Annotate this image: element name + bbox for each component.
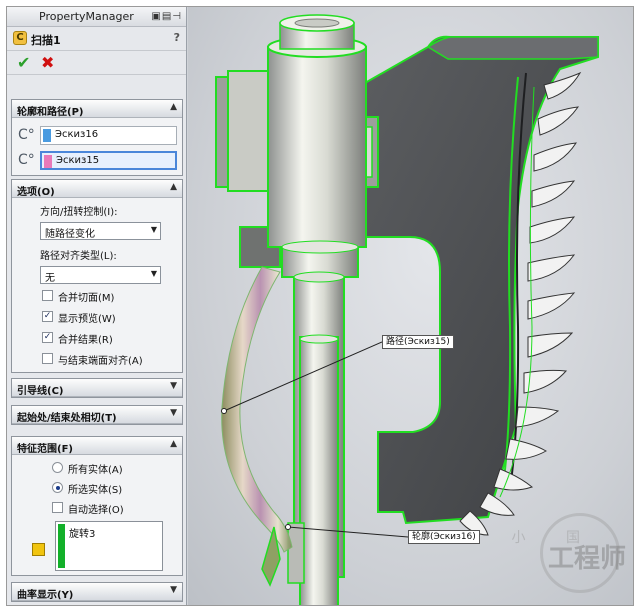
- profile-icon: C°: [18, 127, 35, 143]
- merge-result-checkbox[interactable]: ✓: [42, 332, 53, 343]
- orientation-label: 方向/扭转控制(I):: [40, 207, 118, 218]
- section-label: 引导线(C): [17, 386, 64, 397]
- property-manager: PropertyManager ▣▤⊣ C 扫描1 ? ✔ ✖ 轮廓和路径(P)…: [7, 7, 187, 605]
- profile-path-header[interactable]: 轮廓和路径(P) ▲: [12, 100, 182, 118]
- align-end-faces-label: 与结束端面对齐(A): [58, 356, 143, 367]
- selected-bodies-list[interactable]: 旋转3: [55, 521, 163, 571]
- panel-pin-icon[interactable]: ▣▤⊣: [151, 11, 182, 22]
- help-icon[interactable]: ?: [174, 31, 180, 44]
- guide-curves-section[interactable]: 引导线(C) ▼: [11, 378, 183, 398]
- solid-body-icon: [32, 543, 45, 556]
- show-preview-label: 显示预览(W): [58, 314, 116, 325]
- feature-scope-section: 特征范围(F) ▲ 所有实体(A) 所选实体(S) 自动选择(O) 旋转3: [11, 436, 183, 576]
- merge-result-label: 合并结果(R): [58, 335, 113, 346]
- path-callout[interactable]: 路径(Эскиз15): [382, 335, 454, 349]
- path-callout-anchor: [221, 408, 227, 414]
- property-manager-tab[interactable]: PropertyManager ▣▤⊣: [7, 7, 186, 27]
- all-bodies-radio[interactable]: [52, 462, 63, 473]
- path-value: Эскиз15: [56, 155, 100, 166]
- collapse-chevron-icon[interactable]: ▲: [170, 102, 177, 112]
- options-header[interactable]: 选项(O) ▲: [12, 180, 182, 198]
- selection-color-bar: [58, 524, 65, 568]
- selected-bodies-radio[interactable]: [52, 482, 63, 493]
- path-alignment-value: 无: [45, 273, 55, 284]
- feature-scope-header[interactable]: 特征范围(F) ▲: [12, 437, 182, 455]
- cancel-x-icon[interactable]: ✖: [41, 53, 54, 72]
- dropdown-arrow-icon: ▼: [150, 225, 157, 234]
- profile-value: Эскиз16: [55, 129, 99, 140]
- tangency-section[interactable]: 起始处/结束处相切(T) ▼: [11, 405, 183, 425]
- orientation-value: 随路径变化: [45, 229, 95, 240]
- dropdown-arrow-icon: ▼: [150, 269, 157, 278]
- profile-path-section: 轮廓和路径(P) ▲ C° Эскиз16 C° Эскиз15: [11, 99, 183, 176]
- options-section: 选项(O) ▲ 方向/扭转控制(I): 随路径变化 ▼ 路径对齐类型(L): 无…: [11, 179, 183, 373]
- tangency-header[interactable]: 起始处/结束处相切(T) ▼: [12, 406, 182, 424]
- feature-header: C 扫描1 ?: [7, 27, 186, 51]
- align-end-faces-checkbox[interactable]: [42, 353, 53, 364]
- swept-guard-preview[interactable]: [221, 266, 293, 553]
- confirm-row: ✔ ✖: [7, 51, 186, 75]
- merge-tangent-checkbox[interactable]: [42, 290, 53, 301]
- path-selection-box[interactable]: Эскиз15: [40, 151, 177, 170]
- watermark-text: 工程师: [547, 544, 626, 574]
- section-label: 曲率显示(Y): [17, 590, 74, 601]
- collapse-chevron-icon[interactable]: ▲: [170, 182, 177, 192]
- curvature-display-header[interactable]: 曲率显示(Y) ▼: [12, 583, 182, 601]
- curvature-display-section[interactable]: 曲率显示(Y) ▼: [11, 582, 183, 602]
- profile-callout-anchor: [285, 524, 291, 530]
- handle-cylinder[interactable]: [267, 14, 367, 605]
- selected-body-item[interactable]: 旋转3: [69, 525, 95, 540]
- guide-curves-header[interactable]: 引导线(C) ▼: [12, 379, 182, 397]
- feature-name: 扫描1: [31, 34, 61, 47]
- selected-bodies-label: 所选实体(S): [68, 485, 123, 496]
- profile-color-swatch: [43, 129, 51, 142]
- property-manager-title: PropertyManager: [39, 10, 134, 23]
- auto-select-checkbox[interactable]: [52, 502, 63, 513]
- expand-chevron-icon[interactable]: ▼: [170, 585, 177, 595]
- section-label: 特征范围(F): [17, 444, 73, 455]
- expand-chevron-icon[interactable]: ▼: [170, 381, 177, 391]
- sweep-feature-icon: C: [13, 31, 27, 45]
- path-alignment-dropdown[interactable]: 无 ▼: [40, 266, 161, 284]
- show-preview-checkbox[interactable]: ✓: [42, 311, 53, 322]
- section-label: 轮廓和路径(P): [17, 107, 84, 118]
- all-bodies-label: 所有实体(A): [68, 465, 123, 476]
- path-icon: C°: [18, 152, 35, 168]
- profile-callout[interactable]: 轮廓(Эскиз16): [408, 530, 480, 544]
- graphics-viewport[interactable]: 路径(Эскиз15) 轮廓(Эскиз16) 小 国 工程师: [188, 7, 633, 605]
- collapse-chevron-icon[interactable]: ▲: [170, 439, 177, 449]
- orientation-dropdown[interactable]: 随路径变化 ▼: [40, 222, 161, 240]
- merge-tangent-label: 合并切面(M): [58, 293, 115, 304]
- section-label: 选项(O): [17, 187, 55, 198]
- auto-select-label: 自动选择(O): [68, 505, 124, 516]
- ok-check-icon[interactable]: ✔: [17, 53, 30, 72]
- app-frame: PropertyManager ▣▤⊣ C 扫描1 ? ✔ ✖ 轮廓和路径(P)…: [6, 6, 634, 606]
- expand-chevron-icon[interactable]: ▼: [170, 408, 177, 418]
- path-alignment-label: 路径对齐类型(L):: [40, 251, 117, 262]
- profile-selection-box[interactable]: Эскиз16: [40, 126, 177, 145]
- section-label: 起始处/结束处相切(T): [17, 413, 117, 424]
- path-color-swatch: [44, 155, 52, 168]
